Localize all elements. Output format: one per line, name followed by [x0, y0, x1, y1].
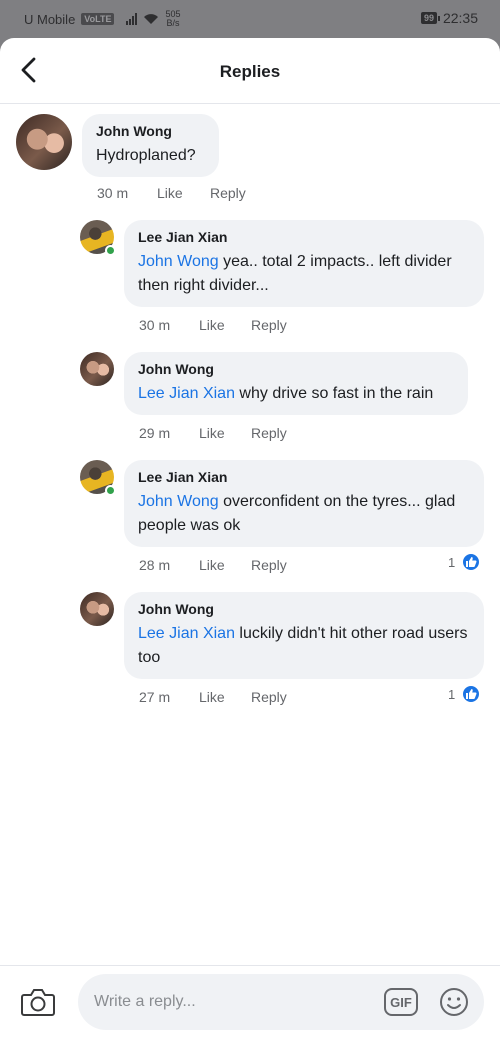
comment-bubble[interactable]: John Wong Lee Jian Xian why drive so fas… — [124, 352, 468, 415]
wifi-icon — [144, 14, 159, 24]
comment-body: John Wong overconfident on the tyres... … — [138, 493, 455, 534]
camera-icon[interactable] — [20, 986, 56, 1018]
volte-badge: VoLTE — [81, 13, 115, 25]
comment-body: Lee Jian Xian luckily didn't hit other r… — [138, 625, 467, 666]
status-bar: U Mobile VoLTE 505 B/s 99 22:35 — [0, 0, 500, 38]
comment-bubble[interactable]: Lee Jian Xian John Wong overconfident on… — [124, 460, 484, 547]
page-title: Replies — [219, 62, 281, 81]
comment-actions: 29 m Like Reply — [139, 425, 339, 445]
like-button[interactable]: Like — [199, 317, 225, 333]
thumbs-up-icon — [461, 684, 482, 704]
mention-link[interactable]: John Wong — [138, 253, 219, 270]
reply-button[interactable]: Reply — [210, 185, 246, 201]
avatar[interactable] — [80, 352, 114, 386]
mention-link[interactable]: Lee Jian Xian — [138, 385, 235, 402]
comment-bubble[interactable]: Lee Jian Xian John Wong yea.. total 2 im… — [124, 220, 484, 307]
like-button[interactable]: Like — [199, 689, 225, 705]
comment-text: why drive so fast in the rain — [234, 385, 434, 402]
comment-time: 28 m — [139, 557, 171, 573]
battery-icon: 99 — [420, 12, 440, 24]
online-indicator — [105, 485, 116, 496]
comment-author[interactable]: John Wong — [138, 360, 454, 378]
gif-button[interactable]: GIF — [384, 988, 418, 1016]
comment-actions: 30 m Like Reply — [97, 185, 297, 205]
signal-icon — [126, 13, 138, 25]
comment-bubble[interactable]: John Wong Hydroplaned? — [82, 114, 219, 177]
comment-author[interactable]: Lee Jian Xian — [138, 228, 470, 246]
reply-input[interactable] — [94, 990, 364, 1014]
mention-link[interactable]: Lee Jian Xian — [138, 625, 235, 642]
status-right: 99 22:35 — [420, 10, 478, 26]
reply-composer: GIF — [0, 965, 500, 1037]
comment-body: John Wong yea.. total 2 impacts.. left d… — [138, 253, 452, 294]
reply-button[interactable]: Reply — [251, 557, 287, 573]
avatar[interactable] — [80, 592, 114, 626]
comment-actions: 28 m Like Reply — [139, 557, 339, 577]
reply-button[interactable]: Reply — [251, 317, 287, 333]
comment-time: 29 m — [139, 425, 171, 441]
mention-link[interactable]: John Wong — [138, 493, 219, 510]
status-left: U Mobile VoLTE 505 B/s — [24, 10, 181, 28]
comment-author[interactable]: Lee Jian Xian — [138, 468, 470, 486]
clock: 22:35 — [442, 10, 478, 26]
reply-input-container: GIF — [78, 974, 484, 1030]
comment-text: Hydroplaned? — [96, 147, 196, 164]
network-speed: 505 B/s — [165, 10, 180, 28]
comment-bubble[interactable]: John Wong Lee Jian Xian luckily didn't h… — [124, 592, 484, 679]
like-button[interactable]: Like — [199, 557, 225, 573]
comment-author[interactable]: John Wong — [138, 600, 470, 618]
reaction-summary[interactable]: 1 — [448, 684, 482, 704]
comment-author[interactable]: John Wong — [96, 122, 205, 140]
reaction-count: 1 — [448, 554, 456, 570]
online-indicator — [105, 245, 116, 256]
reaction-summary[interactable]: 1 — [448, 552, 482, 572]
reply-button[interactable]: Reply — [251, 689, 287, 705]
thumbs-up-icon — [461, 552, 482, 572]
comment-time: 30 m — [97, 185, 129, 201]
carrier-name: U Mobile — [24, 11, 76, 27]
replies-sheet: Replies John Wong Hydroplaned? 30 m Like… — [0, 38, 500, 1037]
like-button[interactable]: Like — [199, 425, 225, 441]
avatar[interactable] — [16, 114, 72, 170]
comment-body: Lee Jian Xian why drive so fast in the r… — [138, 385, 433, 402]
comment-time: 27 m — [139, 689, 171, 705]
comment-time: 30 m — [139, 317, 171, 333]
network-speed-unit: B/s — [166, 18, 180, 28]
header: Replies — [0, 38, 500, 104]
reply-button[interactable]: Reply — [251, 425, 287, 441]
like-button[interactable]: Like — [157, 185, 183, 201]
reaction-count: 1 — [448, 686, 456, 702]
comment-actions: 30 m Like Reply — [139, 317, 339, 337]
emoji-icon[interactable] — [438, 986, 470, 1018]
comment-actions: 27 m Like Reply — [139, 689, 339, 709]
